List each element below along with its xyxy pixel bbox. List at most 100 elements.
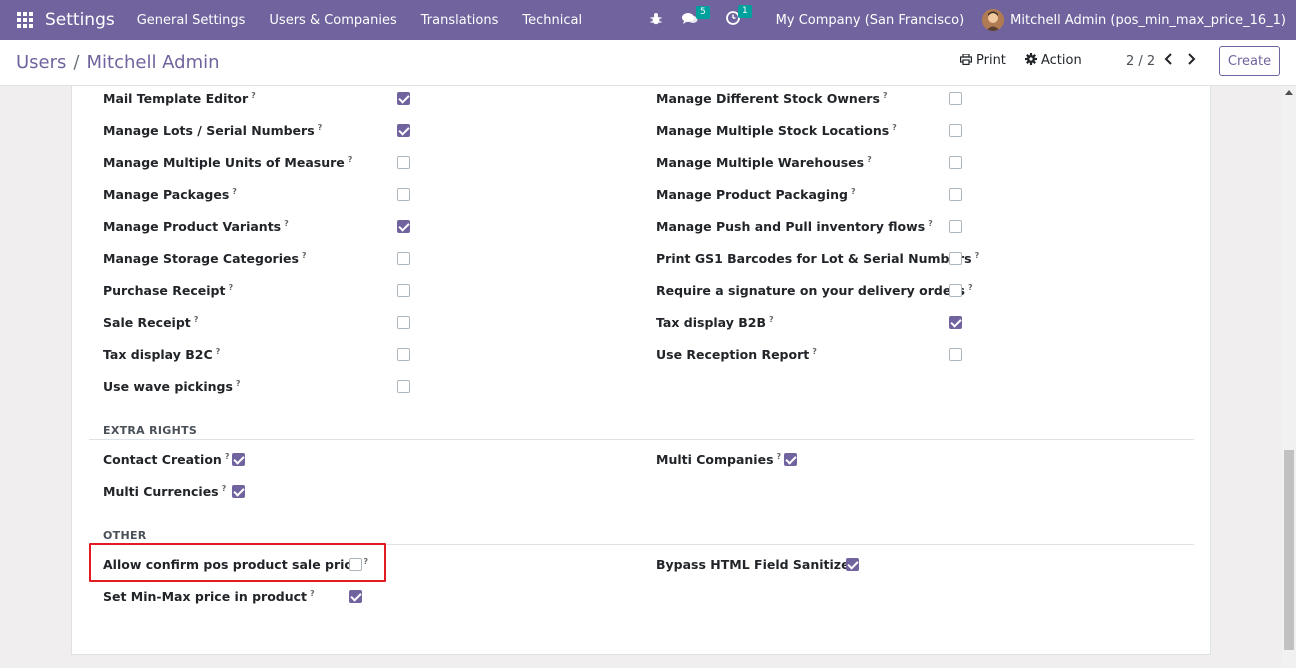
field-label: Tax display B2C? (103, 347, 221, 363)
field-checkbox[interactable] (949, 92, 962, 105)
section-divider (89, 439, 1194, 440)
debug-bug-icon[interactable] (650, 12, 662, 29)
field-row: Multi Currencies? (103, 482, 226, 502)
breadcrumb-users[interactable]: Users (16, 52, 66, 73)
field-row: Manage Different Stock Owners? (656, 89, 888, 109)
field-row: Tax display B2B? (656, 313, 774, 333)
app-brand[interactable]: Settings (45, 10, 115, 30)
help-tooltip-icon[interactable]: ? (194, 315, 199, 324)
print-button[interactable]: Print (960, 52, 1006, 68)
field-checkbox[interactable] (949, 220, 962, 233)
activity-badge: 1 (737, 5, 752, 18)
section-title-extra-rights: EXTRA RIGHTS (103, 424, 198, 437)
create-button[interactable]: Create (1219, 46, 1280, 76)
menu-general-settings[interactable]: General Settings (137, 13, 246, 28)
field-row: Manage Product Packaging? (656, 185, 856, 205)
field-label: Use wave pickings? (103, 379, 241, 395)
field-checkbox[interactable] (949, 124, 962, 137)
action-label: Action (1041, 53, 1082, 68)
field-label: Bypass HTML Field Sanitize? (656, 557, 857, 572)
field-label: Require a signature on your delivery ord… (656, 283, 973, 299)
help-tooltip-icon[interactable]: ? (216, 347, 221, 356)
help-tooltip-icon[interactable]: ? (284, 219, 289, 228)
field-label: Print GS1 Barcodes for Lot & Serial Numb… (656, 251, 980, 267)
help-tooltip-icon[interactable]: ? (777, 452, 782, 461)
apps-menu-icon[interactable] (17, 12, 33, 28)
field-checkbox[interactable] (949, 284, 962, 297)
field-checkbox[interactable] (397, 156, 410, 169)
help-tooltip-icon[interactable]: ? (892, 123, 897, 132)
field-checkbox[interactable] (232, 485, 245, 498)
help-tooltip-icon[interactable]: ? (318, 123, 323, 132)
help-tooltip-icon[interactable]: ? (769, 315, 774, 324)
field-checkbox[interactable] (397, 220, 410, 233)
help-tooltip-icon[interactable]: ? (851, 187, 856, 196)
user-avatar[interactable] (982, 9, 1005, 31)
field-checkbox[interactable] (949, 316, 962, 329)
help-tooltip-icon[interactable]: ? (225, 452, 230, 461)
scrollbar-thumb[interactable] (1284, 450, 1294, 650)
help-tooltip-icon[interactable]: ? (302, 251, 307, 260)
field-checkbox[interactable] (949, 348, 962, 361)
help-tooltip-icon[interactable]: ? (975, 251, 980, 260)
field-label: Manage Multiple Units of Measure? (103, 155, 353, 171)
help-tooltip-icon[interactable]: ? (867, 155, 872, 164)
section-title-other: OTHER (103, 529, 147, 542)
pager-next-icon[interactable] (1186, 50, 1196, 69)
chat-icon[interactable]: 5 (681, 5, 710, 29)
field-row: Set Min-Max price in product? (103, 587, 315, 607)
field-checkbox[interactable] (397, 252, 410, 265)
field-checkbox[interactable] (397, 92, 410, 105)
pager-previous-icon[interactable] (1164, 50, 1174, 69)
menu-translations[interactable]: Translations (421, 13, 499, 28)
user-menu[interactable]: Mitchell Admin (pos_min_max_price_16_1) (1010, 13, 1286, 28)
field-checkbox[interactable] (397, 316, 410, 329)
help-tooltip-icon[interactable]: ? (232, 187, 237, 196)
menu-technical[interactable]: Technical (522, 13, 582, 28)
field-checkbox[interactable] (784, 453, 797, 466)
field-label: Use Reception Report? (656, 347, 817, 363)
field-checkbox[interactable] (397, 348, 410, 361)
control-panel: Users / Mitchell Admin Print Action 2 / … (0, 40, 1296, 86)
field-checkbox[interactable] (846, 558, 859, 571)
field-row: Tax display B2C? (103, 345, 220, 365)
help-tooltip-icon[interactable]: ? (251, 91, 256, 100)
field-checkbox[interactable] (397, 284, 410, 297)
help-tooltip-icon[interactable]: ? (812, 347, 817, 356)
scroll-up-arrow-icon[interactable] (1285, 90, 1293, 95)
pager-value[interactable]: 2 / 2 (1126, 54, 1155, 69)
print-icon (960, 52, 973, 68)
field-checkbox[interactable] (349, 590, 362, 603)
company-switcher[interactable]: My Company (San Francisco) (776, 13, 964, 28)
field-checkbox[interactable] (949, 252, 962, 265)
help-tooltip-icon[interactable]: ? (928, 219, 933, 228)
field-row: Multi Companies? (656, 450, 781, 470)
field-label: Manage Multiple Warehouses? (656, 155, 872, 171)
help-tooltip-icon[interactable]: ? (883, 91, 888, 100)
field-checkbox[interactable] (232, 453, 245, 466)
help-tooltip-icon[interactable]: ? (968, 283, 973, 292)
print-label: Print (976, 53, 1006, 68)
help-tooltip-icon[interactable]: ? (310, 589, 315, 598)
field-checkbox[interactable] (397, 380, 410, 393)
navbar-systray: 5 1 My Company (San Francisco) Mitchell … (650, 0, 1296, 40)
top-navbar: Settings General Settings Users & Compan… (0, 0, 1296, 40)
help-tooltip-icon[interactable]: ? (236, 379, 241, 388)
field-row: Use wave pickings? (103, 377, 241, 397)
field-label: Manage Packages? (103, 187, 237, 203)
action-button[interactable]: Action (1025, 53, 1082, 68)
field-checkbox[interactable] (397, 124, 410, 137)
vertical-scrollbar[interactable] (1282, 86, 1296, 668)
field-checkbox[interactable] (949, 156, 962, 169)
help-tooltip-icon[interactable]: ? (348, 155, 353, 164)
help-tooltip-icon[interactable]: ? (228, 283, 233, 292)
breadcrumb: Users / Mitchell Admin (16, 52, 220, 73)
field-row: Manage Lots / Serial Numbers? (103, 121, 322, 141)
help-tooltip-icon[interactable]: ? (222, 484, 227, 493)
field-checkbox[interactable] (397, 188, 410, 201)
menu-users-companies[interactable]: Users & Companies (269, 13, 396, 28)
field-checkbox[interactable] (949, 188, 962, 201)
activity-clock-icon[interactable]: 1 (725, 5, 752, 29)
field-row: Require a signature on your delivery ord… (656, 281, 973, 301)
field-label: Tax display B2B? (656, 315, 774, 331)
